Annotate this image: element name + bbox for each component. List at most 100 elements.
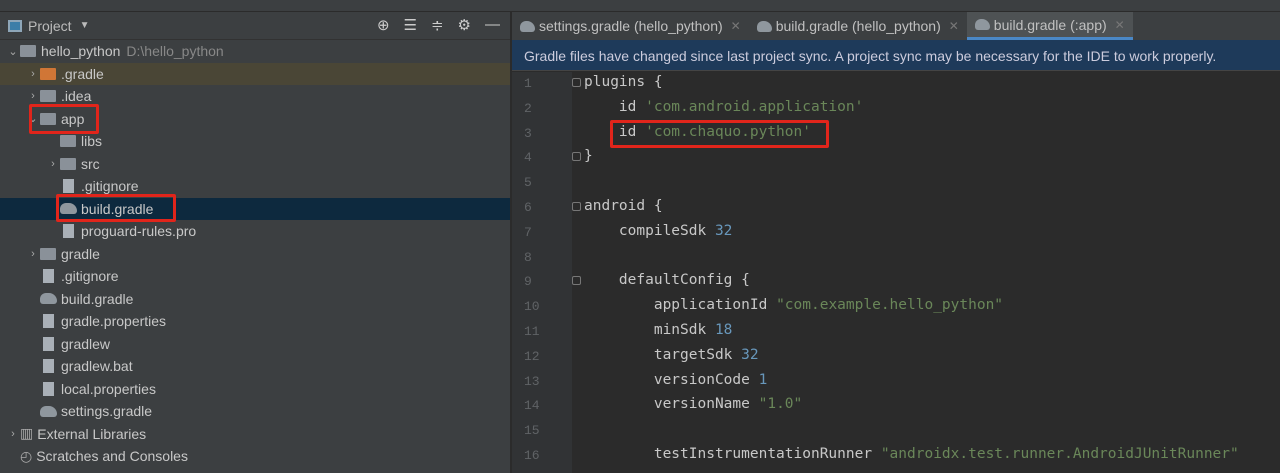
file-icon (43, 381, 54, 396)
tree-item[interactable]: ◴ Scratches and Consoles (0, 445, 510, 467)
code-line: compileSdk 32 (584, 222, 733, 239)
editor-tabs: settings.gradle (hello_python) ✕ build.gra… (512, 12, 1280, 40)
folder-icon (40, 67, 56, 80)
code-line: defaultConfig { (584, 272, 750, 288)
scratches-icon: ◴ (20, 447, 33, 464)
code-line: applicationId "com.example.hello_python" (584, 297, 1003, 313)
line-number: 14 (524, 398, 540, 414)
tree-item-label: libs (81, 133, 103, 149)
code-token: 32 (714, 222, 733, 239)
file-icon (43, 359, 54, 373)
tree-item-label: External Libraries (37, 425, 147, 442)
tree-item[interactable]: .gitignore (0, 265, 510, 287)
code-line: } (584, 148, 593, 164)
tree-item[interactable]: ⌄ hello_python D:\hello_python (0, 40, 510, 62)
gradle-sync-banner: Gradle files have changed since last pro… (512, 40, 1280, 71)
chevron-down-icon[interactable]: ⌄ (6, 45, 20, 58)
code-line: versionCode 1 (584, 371, 768, 388)
code-token: 'com.android.application' (645, 98, 864, 115)
tree-item[interactable]: settings.gradle (0, 400, 510, 422)
tree-item-label: hello_python (41, 43, 121, 59)
close-icon[interactable]: ✕ (731, 19, 741, 33)
chevron-right-icon[interactable]: › (26, 248, 40, 260)
tree-item[interactable]: gradlew (0, 333, 510, 355)
tree-item-label: .gitignore (81, 178, 139, 194)
project-title: Project (28, 17, 72, 34)
tree-item-label: build.gradle (61, 290, 134, 307)
tree-item-label: .gitignore (61, 268, 119, 284)
code-line: testInstrumentationRunner "androidx.test… (584, 446, 1239, 462)
fold-marker-icon[interactable] (572, 152, 581, 162)
code-token: plugins { (584, 74, 663, 90)
code-line: id 'com.android.application' (584, 99, 863, 115)
editor-tab[interactable]: build.gradle (:app) ✕ (966, 12, 1133, 40)
tree-item-label: .idea (61, 88, 92, 104)
tree-item-label: Scratches and Consoles (36, 448, 188, 464)
minimize-icon[interactable]: — (485, 16, 500, 34)
line-number: 3 (524, 125, 532, 141)
fold-marker-icon[interactable] (572, 276, 581, 286)
editor-tab[interactable]: settings.gradle (hello_python) ✕ (512, 12, 749, 40)
editor-tab[interactable]: build.gradle (hello_python) ✕ (749, 12, 967, 40)
tab-label: settings.gradle (hello_python) (539, 18, 723, 34)
highlight-box-build-gradle (56, 194, 176, 222)
tree-item-label: proguard-rules.pro (81, 223, 197, 239)
line-number: 15 (524, 423, 540, 439)
code-token: versionCode (584, 371, 759, 388)
tree-item[interactable]: build.gradle (0, 288, 510, 310)
collapse-all-icon[interactable]: ≑ (431, 16, 444, 34)
code-token: applicationId (584, 297, 777, 314)
line-number: 11 (524, 324, 540, 339)
tree-item[interactable]: gradlew.bat (0, 355, 510, 377)
folder-icon (60, 135, 76, 147)
gear-icon[interactable]: ⚙ (458, 16, 471, 34)
fold-marker-icon[interactable] (572, 78, 581, 87)
file-icon (63, 224, 74, 238)
tab-label: build.gradle (hello_python) (775, 18, 941, 34)
close-icon[interactable]: ✕ (1115, 18, 1125, 32)
chevron-right-icon[interactable]: › (6, 428, 20, 440)
gradle-elephant-icon (40, 405, 57, 417)
code-token: 1 (758, 371, 768, 388)
code-line: versionName "1.0" (584, 396, 802, 412)
tree-item[interactable]: › .gradle (0, 62, 510, 85)
tree-item[interactable]: › src (0, 153, 510, 175)
tree-item-path: D:\hello_python (126, 43, 224, 59)
tree-item[interactable]: gradle.properties (0, 310, 510, 332)
code-token: targetSdk (584, 346, 742, 363)
line-number: 12 (524, 348, 540, 364)
tree-item[interactable]: › gradle (0, 243, 510, 265)
code-token: android { (584, 198, 663, 214)
highlight-box-chaquo-plugin (610, 120, 829, 148)
expand-all-icon[interactable]: ☰ (404, 16, 417, 34)
project-panel: Project ▼ ⊕ ☰ ≑ ⚙ — ⌄ hello_python D:\hell… (0, 12, 511, 473)
tree-item-label: gradle.properties (61, 313, 167, 329)
tree-item[interactable]: local.properties (0, 378, 510, 400)
line-number: 7 (524, 224, 532, 240)
code-token: versionName (584, 396, 759, 413)
code-line: plugins { (584, 74, 663, 90)
code-token: compileSdk (584, 222, 715, 239)
tree-item-label: src (81, 155, 100, 172)
chevron-right-icon[interactable]: › (26, 68, 40, 80)
locate-icon[interactable]: ⊕ (377, 16, 390, 34)
chevron-right-icon[interactable]: › (46, 158, 60, 170)
code-line: minSdk 18 (584, 322, 733, 338)
line-number: 4 (524, 150, 532, 166)
fold-marker-icon[interactable] (572, 202, 581, 211)
close-icon[interactable]: ✕ (949, 19, 959, 33)
code-token: "androidx.test.runner.AndroidJUnitRunner… (880, 446, 1239, 462)
code-token: } (584, 148, 593, 165)
highlight-box-app (29, 104, 99, 134)
tree-item[interactable]: proguard-rules.pro (0, 220, 510, 242)
tree-item[interactable]: › ▥ External Libraries (0, 423, 510, 445)
chevron-right-icon[interactable]: › (26, 90, 40, 102)
gradle-elephant-icon (40, 293, 57, 304)
tree-item-label: settings.gradle (61, 403, 153, 419)
project-icon (8, 19, 22, 32)
line-number: 8 (524, 249, 532, 265)
code-token: defaultConfig { (584, 272, 750, 289)
tree-item-label: gradle (61, 245, 100, 262)
gradle-elephant-icon (756, 20, 772, 32)
code-token: "1.0" (758, 396, 803, 413)
